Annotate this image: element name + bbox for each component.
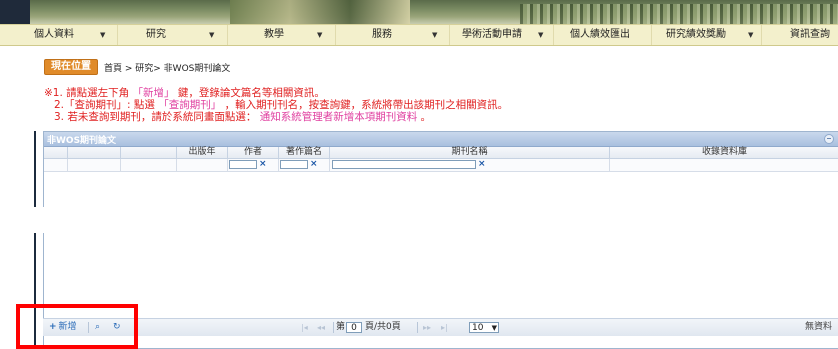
refresh-icon[interactable]: ↻ [113, 319, 121, 336]
pager-separator [333, 322, 334, 333]
filter-cell-title: × [279, 159, 330, 171]
breadcrumb-path: 首頁 > 研究> 非WOS期刊論文 [104, 63, 231, 74]
column-header-title[interactable]: 著作篇名 [279, 147, 330, 158]
instruction-line-3: 3. 若未查詢到期刊，請於系統同畫面點選： 通知系統管理者新增本項期刊資料 。 [44, 111, 431, 123]
clear-title-filter-icon[interactable]: × [310, 159, 318, 170]
screenshot-gap [0, 207, 838, 233]
chevron-down-icon: ▼ [209, 31, 215, 39]
chevron-down-icon: ▼ [432, 31, 438, 39]
page-number-input[interactable]: 0 [346, 322, 362, 333]
nav-item-service[interactable]: 服務 ▼ [336, 25, 450, 45]
grid-header-row: 出版年 作者 著作篇名 期刊名稱 收錄資料庫 [44, 147, 838, 159]
instruction-text: ，輸入期刊刊名，按查詢鍵，系統將帶出該期刊之相關資訊。 [224, 99, 509, 111]
grid-title-bar: 非WOS期刊論文 [44, 132, 838, 147]
instruction-highlight: 「新增」 [132, 87, 175, 99]
nav-item-teaching[interactable]: 教學 ▼ [228, 25, 336, 45]
filter-cell [121, 159, 177, 171]
filter-cell-author: × [228, 159, 279, 171]
pager-separator [88, 322, 89, 333]
nav-item-label: 教學 [264, 29, 284, 40]
column-header-year[interactable]: 出版年 [177, 147, 228, 158]
prev-page-icon[interactable]: ◂◂ [317, 319, 325, 336]
add-button[interactable]: + 新增 [49, 319, 77, 336]
next-page-icon[interactable]: ▸▸ [423, 319, 431, 336]
page-size-select[interactable]: 10 ▼ [469, 322, 499, 333]
collapse-icon[interactable] [824, 134, 834, 144]
clear-journal-filter-icon[interactable]: × [478, 159, 486, 170]
instruction-text: 。 [420, 111, 432, 123]
page-edge-bar [34, 233, 36, 349]
nav-item-label: 服務 [372, 29, 392, 40]
last-page-icon[interactable]: ▸| [441, 319, 448, 336]
instruction-text: 3. 若未查詢到期刊，請於系統同畫面點選： [54, 111, 257, 123]
nav-item-label: 研究績效獎勵 [666, 29, 726, 40]
grid-body [43, 233, 838, 318]
journal-filter-input[interactable] [332, 160, 476, 169]
location-badge: 現在位置 [44, 59, 98, 75]
filter-cell [177, 159, 228, 171]
instruction-text: 鍵，登錄論文篇名等相關資訊。 [177, 87, 325, 99]
grid-filter-row: × × × [44, 159, 838, 172]
nav-item-label: 資訊查詢 [790, 29, 830, 40]
chevron-down-icon: ▼ [317, 31, 323, 39]
column-header-database[interactable]: 收錄資料庫 [610, 147, 838, 158]
breadcrumb: 現在位置 首頁 > 研究> 非WOS期刊論文 [44, 59, 231, 75]
filter-cell [44, 159, 68, 171]
page-total: 頁/共0頁 [365, 322, 401, 332]
chevron-down-icon: ▼ [538, 31, 544, 39]
banner-image-center [230, 0, 410, 24]
page-prefix: 第 [336, 322, 346, 332]
column-header-journal[interactable]: 期刊名稱 [330, 147, 610, 158]
nav-item-academic-activity[interactable]: 學術活動申請 ▼ [450, 25, 554, 45]
grid-title: 非WOS期刊論文 [47, 136, 117, 146]
nav-item-personal-data[interactable]: 個人資料 ▼ [0, 25, 118, 45]
first-page-icon[interactable]: |◂ [301, 319, 308, 336]
instruction-highlight: 「查詢期刊」 [158, 99, 222, 111]
banner-image-left [0, 0, 30, 24]
title-filter-input[interactable] [280, 160, 308, 169]
instruction-text: ※1. 請點選左下角 [44, 87, 130, 99]
chevron-down-icon: ▼ [491, 324, 497, 332]
nav-item-label: 個人資料 [34, 29, 74, 40]
notify-admin-link[interactable]: 通知系統管理者新增本項期刊資料 [260, 111, 418, 123]
nav-item-research[interactable]: 研究 ▼ [118, 25, 228, 45]
column-header-author[interactable]: 作者 [228, 147, 279, 158]
nav-item-research-award[interactable]: 研究績效獎勵 ▼ [652, 25, 762, 45]
chevron-down-icon: ▼ [748, 31, 754, 39]
plus-icon: + [49, 322, 57, 332]
add-button-label: 新增 [58, 322, 77, 332]
nav-item-label: 學術活動申請 [462, 29, 522, 40]
filter-cell [68, 159, 121, 171]
instruction-line-1: ※1. 請點選左下角 「新增」 鍵，登錄論文篇名等相關資訊。 [44, 87, 325, 99]
banner-image-right [520, 4, 838, 24]
no-records-text: 無資料 [804, 322, 832, 332]
filter-cell-journal: × [330, 159, 610, 171]
header-banner [0, 0, 838, 24]
search-journal-icon[interactable]: ⌕ [95, 319, 100, 336]
main-navbar: 個人資料 ▼ 研究 ▼ 教學 ▼ 服務 ▼ 學術活動申請 ▼ 個人績效匯出 研究… [0, 24, 838, 46]
clear-author-filter-icon[interactable]: × [259, 159, 267, 170]
column-header[interactable] [121, 147, 177, 158]
pager-separator [417, 322, 418, 333]
chevron-down-icon: ▼ [100, 31, 106, 39]
instruction-text: 2.「查詢期刊」: 點選 [54, 99, 155, 111]
nav-item-info-query[interactable]: 資訊查詢 [762, 25, 838, 45]
page-size-value: 10 [472, 323, 484, 333]
nav-item-label: 研究 [146, 29, 166, 40]
filter-cell [610, 159, 838, 171]
author-filter-input[interactable] [229, 160, 257, 169]
instruction-line-2: 2.「查詢期刊」: 點選 「查詢期刊」 ，輸入期刊刊名，按查詢鍵，系統將帶出該期… [44, 99, 508, 111]
grid-pager: + 新增 ⌕ ↻ |◂ ◂◂ 第 0 頁/共0頁 ▸▸ ▸| 10 ▼ 無資料 [43, 318, 838, 336]
nav-item-performance-export[interactable]: 個人績效匯出 [554, 25, 652, 45]
column-header[interactable] [44, 147, 68, 158]
page-edge-bar [34, 131, 36, 207]
column-header[interactable] [68, 147, 121, 158]
nav-item-label: 個人績效匯出 [570, 29, 630, 40]
